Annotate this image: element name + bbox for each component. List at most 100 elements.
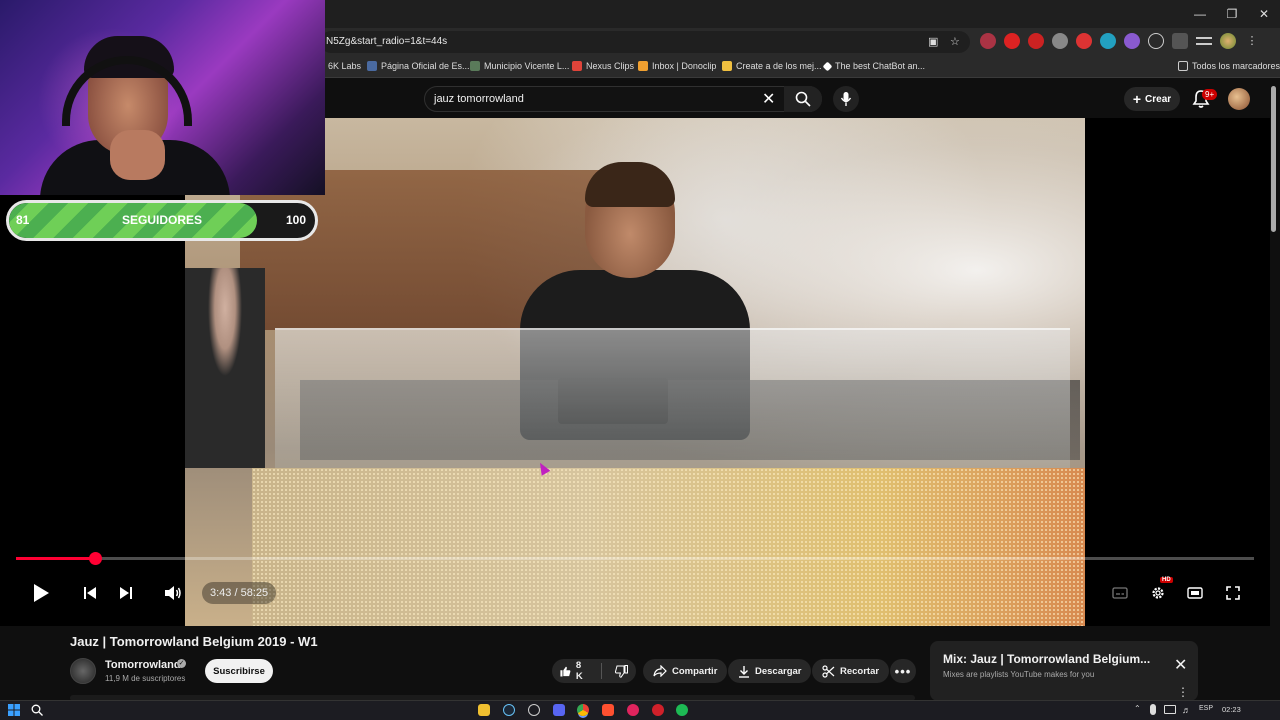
system-clock[interactable]: 02:23	[1222, 705, 1241, 714]
create-button[interactable]: + Crear	[1124, 87, 1180, 111]
minimize-icon[interactable]: —	[1184, 0, 1216, 28]
scrollbar-thumb[interactable]	[1271, 86, 1276, 232]
subtitles-button[interactable]	[1108, 582, 1132, 604]
bookmark-item[interactable]: Inbox | Donoclip	[638, 61, 716, 71]
extension-icon[interactable]	[980, 33, 996, 49]
like-dislike-group: 8 K	[552, 659, 636, 683]
progress-bar[interactable]	[16, 557, 1254, 560]
dislike-button[interactable]	[607, 659, 636, 683]
subscribe-button[interactable]: Suscribirse	[205, 659, 273, 683]
voice-search-button[interactable]	[833, 86, 859, 112]
bookmark-item[interactable]: Municipio Vicente L...	[470, 61, 569, 71]
steam-icon[interactable]	[503, 704, 515, 716]
next-button[interactable]	[114, 582, 138, 604]
progress-scrubber[interactable]	[89, 552, 102, 565]
account-avatar[interactable]	[1228, 88, 1250, 110]
brave-icon[interactable]	[602, 704, 614, 716]
streamer-webcam	[0, 0, 325, 195]
bookmark-item[interactable]: Nexus Clips	[572, 61, 634, 71]
app-icon[interactable]	[652, 704, 664, 716]
bookmark-favicon-icon	[822, 61, 833, 71]
bookmark-favicon-icon	[367, 61, 377, 71]
skip-previous-icon	[84, 587, 96, 599]
follower-goal-target: 100	[286, 213, 307, 227]
extension-icon[interactable]	[1100, 33, 1116, 49]
clear-search-icon[interactable]: ✕	[762, 89, 775, 109]
fullscreen-button[interactable]	[1221, 582, 1245, 604]
taskbar-search-icon[interactable]	[31, 704, 43, 716]
time-display: 3:43 / 58:25	[202, 582, 277, 604]
adblock-icon[interactable]	[1028, 33, 1044, 49]
microphone-tray-icon[interactable]	[1150, 704, 1156, 715]
page-scrollbar[interactable]	[1270, 86, 1278, 706]
close-window-icon[interactable]: ✕	[1248, 0, 1280, 28]
extension-icon[interactable]	[1052, 33, 1068, 49]
extension-icon[interactable]	[1004, 33, 1020, 49]
puzzle-icon[interactable]	[1172, 33, 1188, 49]
all-bookmarks[interactable]: Todos los marcadores	[1178, 61, 1280, 71]
microphone-icon	[840, 92, 852, 106]
channel-avatar[interactable]	[70, 658, 96, 684]
speaker-tray-icon[interactable]: ♬	[1182, 705, 1191, 715]
extension-icon[interactable]	[1124, 33, 1140, 49]
share-button[interactable]: Compartir	[643, 659, 728, 683]
download-icon	[739, 665, 749, 678]
subtitles-icon	[1112, 587, 1128, 599]
bookmark-favicon-icon	[638, 61, 648, 71]
bookmark-item[interactable]: Página Oficial de Es...	[367, 61, 470, 71]
gear-icon	[1152, 587, 1164, 599]
volume-button[interactable]	[161, 582, 185, 604]
install-app-icon[interactable]: ▣	[928, 35, 938, 48]
video-led-wall	[252, 468, 1085, 626]
bookmark-item[interactable]: Create a de los mej...	[722, 61, 822, 71]
media-app-icon[interactable]	[627, 704, 639, 716]
folder-icon	[1178, 61, 1188, 71]
bookmark-star-icon[interactable]: ☆	[950, 35, 960, 48]
mix-title[interactable]: Mix: Jauz | Tomorrowland Belgium...	[943, 652, 1150, 666]
restore-icon[interactable]: ❐	[1216, 0, 1248, 28]
chrome-icon[interactable]	[577, 704, 589, 716]
close-icon[interactable]: ✕	[1174, 655, 1187, 675]
app-icon[interactable]	[528, 704, 540, 716]
address-url[interactable]: N5Zg&start_radio=1&t=44s	[326, 36, 447, 47]
reading-list-icon[interactable]	[1196, 37, 1212, 45]
theater-mode-icon	[1187, 587, 1203, 599]
previous-button[interactable]	[78, 582, 102, 604]
file-explorer-icon[interactable]	[478, 704, 490, 716]
miniplayer-button[interactable]	[1183, 582, 1207, 604]
bookmark-item[interactable]: 6K Labs	[328, 61, 361, 71]
share-icon	[653, 665, 667, 677]
channel-name[interactable]: Tomorrowland	[105, 659, 181, 671]
play-icon	[34, 584, 49, 602]
search-button[interactable]	[784, 86, 822, 112]
verified-check-icon: ✓	[177, 659, 186, 668]
windows-start-icon[interactable]	[8, 704, 20, 716]
input-language[interactable]: ESP	[1199, 705, 1213, 712]
download-button[interactable]: Descargar	[728, 659, 812, 683]
hd-badge: HD	[1160, 577, 1173, 583]
like-button[interactable]: 8 K	[552, 659, 596, 683]
extension-icon[interactable]	[1076, 33, 1092, 49]
chrome-menu-icon[interactable]: ⋮	[1244, 33, 1260, 49]
discord-icon[interactable]	[553, 704, 565, 716]
more-actions-button[interactable]: •••	[890, 659, 916, 683]
more-vertical-icon[interactable]: ⋮	[1177, 685, 1189, 699]
thumbs-up-icon	[560, 666, 571, 676]
profile-avatar[interactable]	[1220, 33, 1236, 49]
follower-goal-current: 81	[16, 213, 30, 227]
bookmark-favicon-icon	[722, 61, 732, 71]
extensions-row: ⋮	[980, 33, 1260, 49]
network-icon[interactable]	[1164, 705, 1176, 714]
scissors-icon	[822, 664, 835, 678]
settings-button[interactable]	[1146, 582, 1170, 604]
follower-goal-label: SEGUIDORES	[121, 213, 202, 227]
bookmark-favicon-icon	[470, 61, 480, 71]
search-input[interactable]: jauz tomorrowland	[434, 93, 524, 105]
extension-icon[interactable]	[1148, 33, 1164, 49]
tray-chevron-icon[interactable]: ⌃	[1134, 704, 1141, 713]
clip-button[interactable]: Recortar	[812, 659, 890, 683]
volume-icon	[165, 586, 181, 600]
play-button[interactable]	[29, 582, 53, 604]
bookmark-item[interactable]: The best ChatBot an...	[822, 61, 925, 71]
spotify-icon[interactable]	[676, 704, 688, 716]
